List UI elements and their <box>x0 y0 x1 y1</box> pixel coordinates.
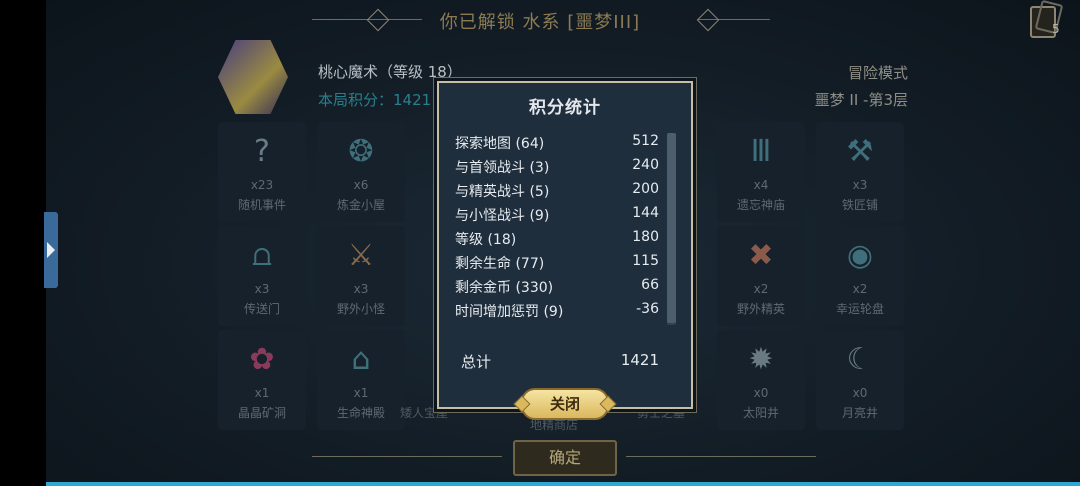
score-row-value: 180 <box>632 229 659 245</box>
confirm-line-left <box>312 456 502 457</box>
close-button[interactable]: 关闭 <box>521 388 609 420</box>
score-row: 剩余生命 (77) 115 <box>455 253 659 277</box>
score-stats-popup: 积分统计 探索地图 (64) 512 与首领战斗 (3) 240 与精英战斗 (… <box>437 81 693 409</box>
tile-name: 炼金小屋 <box>336 198 385 212</box>
life-shrine-icon: ⌂ <box>351 342 371 377</box>
stat-tile: ✖ x2 野外精英 <box>717 226 805 326</box>
score-row-value: 144 <box>632 205 659 221</box>
sun-well-icon: ✹ <box>748 342 774 377</box>
score-row-value: 200 <box>632 181 659 197</box>
crossed-swords-icon: ⚔ <box>347 238 375 273</box>
left-edge <box>0 0 46 486</box>
stat-tile: ✹ x0 太阳井 <box>717 330 805 430</box>
unlock-title: 你已解锁 水系 [噩梦III] <box>439 12 641 33</box>
score-row-value: 66 <box>641 277 659 293</box>
stat-tile: ⚒ x3 铁匠铺 <box>816 122 904 222</box>
game-mode: 冒险模式 <box>847 64 908 82</box>
tile-name: 月亮井 <box>841 406 878 420</box>
tile-count: x4 <box>753 178 769 192</box>
moon-well-icon: ☾ <box>846 342 874 377</box>
score-row: 与精英战斗 (5) 200 <box>455 181 659 205</box>
floor-info: 噩梦 II -第3层 <box>814 91 908 109</box>
tile-count: x2 <box>753 282 769 296</box>
stat-tile: Ⅲ x4 遗忘神庙 <box>717 122 805 222</box>
anvil-icon: ⚒ <box>846 134 874 169</box>
stat-tile: ⌂ x1 生命神殿 <box>317 330 405 430</box>
tile-count: x3 <box>353 282 369 296</box>
score-row-value: 240 <box>632 157 659 173</box>
tile-count: x1 <box>353 386 369 400</box>
stat-tile: ⚔ x3 野外小怪 <box>317 226 405 326</box>
tile-count: x0 <box>753 386 769 400</box>
score-row: 与小怪战斗 (9) 144 <box>455 205 659 229</box>
total-value: 1421 <box>620 351 659 369</box>
stat-tile: ? x23 随机事件 <box>218 122 306 222</box>
tile-name: 野外小怪 <box>336 302 385 316</box>
score-row: 剩余金币 (330) 66 <box>455 277 659 301</box>
score-row: 时间增加惩罚 (9) -36 <box>455 301 659 325</box>
tile-name: 铁匠铺 <box>841 198 878 212</box>
stat-tile: ◉ x2 幸运轮盘 <box>816 226 904 326</box>
tile-name: 野外精英 <box>736 302 785 316</box>
run-score: 本局积分：1421 <box>318 91 432 109</box>
scroll-thumb[interactable] <box>667 133 676 323</box>
score-row: 探索地图 (64) 512 <box>455 133 659 157</box>
score-row-label: 剩余金币 (330) <box>455 280 554 296</box>
question-mark-icon: ? <box>254 134 270 169</box>
tile-count: x0 <box>852 386 868 400</box>
total-label: 总计 <box>461 353 492 371</box>
bottom-accent-line <box>46 482 1080 486</box>
tile-count: x1 <box>254 386 270 400</box>
tile-name: 生命神殿 <box>336 406 385 420</box>
score-row-label: 与精英战斗 (5) <box>455 184 550 200</box>
score-row-value: 115 <box>632 253 659 269</box>
score-row: 等级 (18) 180 <box>455 229 659 253</box>
tile-name: 幸运轮盘 <box>835 302 884 316</box>
character-name-level: 桃心魔术（等级 18） <box>318 63 462 81</box>
tile-name: 随机事件 <box>237 198 286 212</box>
fortune-wheel-icon: ◉ <box>846 238 874 273</box>
popup-title: 积分统计 <box>529 98 601 118</box>
crystal-cave-icon: ✿ <box>249 342 275 377</box>
card-count: 5 <box>1052 22 1060 36</box>
temple-icon: Ⅲ <box>750 134 772 169</box>
alchemy-icon: ❂ <box>348 134 374 169</box>
confirm-button[interactable]: 确定 <box>513 440 617 476</box>
side-expand-tab[interactable] <box>44 212 58 288</box>
tile-count: x6 <box>353 178 369 192</box>
tile-count: x2 <box>852 282 868 296</box>
portal-icon: ⩍ <box>252 238 272 273</box>
score-row-label: 等级 (18) <box>455 232 517 248</box>
confirm-line-right <box>626 456 816 457</box>
crossed-axes-icon: ✖ <box>748 238 774 273</box>
stat-tile: ❂ x6 炼金小屋 <box>317 122 405 222</box>
tile-name: 传送门 <box>243 302 280 316</box>
score-row-label: 探索地图 (64) <box>455 136 545 152</box>
tile-count: x23 <box>250 178 274 192</box>
score-row-label: 剩余生命 (77) <box>455 256 545 272</box>
stat-tile: ✿ x1 晶晶矿洞 <box>218 330 306 430</box>
stat-tile: ☾ x0 月亮井 <box>816 330 904 430</box>
score-row-label: 与首领战斗 (3) <box>455 160 550 176</box>
tile-name: 晶晶矿洞 <box>237 406 286 420</box>
score-row-label: 与小怪战斗 (9) <box>455 208 550 224</box>
stat-tile: ⩍ x3 传送门 <box>218 226 306 326</box>
score-row-value: 512 <box>632 133 659 149</box>
score-row-value: -36 <box>636 301 659 317</box>
score-row-label: 时间增加惩罚 (9) <box>455 304 564 320</box>
tile-name: 遗忘神庙 <box>736 198 785 212</box>
tile-count: x3 <box>852 178 868 192</box>
score-row: 与首领战斗 (3) 240 <box>455 157 659 181</box>
tile-name: 太阳井 <box>742 406 779 420</box>
tile-count: x3 <box>254 282 270 296</box>
